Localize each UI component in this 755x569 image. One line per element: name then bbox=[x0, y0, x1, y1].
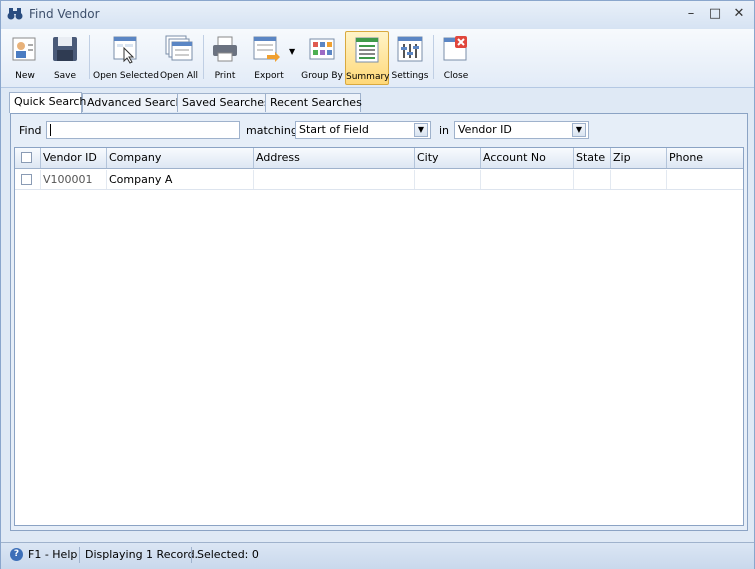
export-label: Export bbox=[254, 71, 284, 81]
column-header-state[interactable]: State bbox=[574, 148, 611, 168]
window-title: Find Vendor bbox=[29, 7, 100, 21]
toolbar-separator bbox=[203, 35, 204, 79]
grid-header: Vendor ID Company Address City Account N… bbox=[15, 148, 743, 169]
tab-saved-searches[interactable]: Saved Searches bbox=[177, 93, 270, 112]
print-button[interactable]: Print bbox=[207, 31, 243, 83]
floppy-disk-icon bbox=[50, 34, 80, 64]
cell-vendor-id: V100001 bbox=[41, 170, 107, 189]
export-button[interactable]: ▼ Export bbox=[247, 31, 299, 83]
select-all-cell bbox=[15, 148, 41, 168]
open-all-label: Open All bbox=[159, 71, 199, 81]
in-label: in bbox=[439, 124, 450, 137]
group-by-label: Group By bbox=[301, 71, 343, 81]
column-header-address[interactable]: Address bbox=[254, 148, 415, 168]
save-button[interactable]: Save bbox=[47, 31, 83, 83]
find-label: Find bbox=[19, 124, 42, 137]
open-all-icon bbox=[164, 34, 194, 64]
new-button[interactable]: New bbox=[7, 31, 43, 83]
status-separator bbox=[191, 547, 192, 563]
cell-address bbox=[254, 170, 415, 189]
column-header-phone[interactable]: Phone bbox=[667, 148, 743, 168]
printer-icon bbox=[210, 34, 240, 64]
close-label: Close bbox=[443, 71, 469, 81]
settings-icon bbox=[395, 34, 425, 64]
title-bar: Find Vendor – □ ✕ bbox=[1, 1, 754, 29]
cell-zip bbox=[611, 170, 667, 189]
row-checkbox[interactable] bbox=[21, 174, 32, 185]
summary-button[interactable]: Summary bbox=[345, 31, 390, 85]
binoculars-icon bbox=[7, 7, 23, 21]
chevron-down-icon[interactable]: ▼ bbox=[414, 123, 428, 137]
help-icon[interactable]: ? bbox=[10, 548, 23, 561]
cell-state bbox=[574, 170, 611, 189]
open-selected-label: Open Selected bbox=[93, 71, 159, 81]
close-button[interactable]: Close bbox=[437, 31, 475, 83]
tab-advanced-search[interactable]: Advanced Search bbox=[82, 93, 183, 112]
chevron-down-icon[interactable]: ▼ bbox=[572, 123, 586, 137]
open-selected-button[interactable]: Open Selected bbox=[93, 31, 159, 83]
tab-recent-searches[interactable]: Recent Searches bbox=[265, 93, 362, 112]
toolbar-separator bbox=[433, 35, 434, 79]
status-bar: ? F1 - Help Displaying 1 Record. Selecte… bbox=[1, 542, 754, 569]
toolbar: New Save Open Selected Open All Print ▼ … bbox=[1, 29, 754, 88]
summary-icon bbox=[352, 35, 382, 65]
settings-button[interactable]: Settings bbox=[391, 31, 429, 83]
maximize-button[interactable]: □ bbox=[705, 5, 725, 23]
column-header-account-no[interactable]: Account No bbox=[481, 148, 574, 168]
records-status: Displaying 1 Record. bbox=[85, 548, 199, 561]
select-all-checkbox[interactable] bbox=[21, 152, 32, 163]
results-grid: Vendor ID Company Address City Account N… bbox=[14, 147, 744, 526]
status-separator bbox=[79, 547, 80, 563]
table-row[interactable]: V100001 Company A bbox=[15, 170, 743, 190]
text-cursor bbox=[50, 124, 51, 136]
new-label: New bbox=[15, 71, 35, 81]
group-by-icon bbox=[307, 34, 337, 64]
cell-company: Company A bbox=[107, 170, 254, 189]
field-select[interactable]: Vendor ID ▼ bbox=[454, 121, 589, 139]
group-by-button[interactable]: Group By bbox=[301, 31, 343, 83]
summary-label: Summary bbox=[346, 72, 390, 82]
matching-select[interactable]: Start of Field ▼ bbox=[295, 121, 431, 139]
quick-search-panel: Find matching Start of Field ▼ in Vendor… bbox=[10, 113, 748, 531]
matching-select-value: Start of Field bbox=[299, 123, 369, 136]
settings-label: Settings bbox=[391, 71, 429, 81]
close-icon bbox=[441, 34, 471, 64]
new-contact-icon bbox=[10, 34, 40, 64]
find-vendor-window: Find Vendor – □ ✕ New Save Open Selected bbox=[0, 0, 755, 569]
field-select-value: Vendor ID bbox=[458, 123, 512, 136]
close-window-button[interactable]: ✕ bbox=[729, 5, 749, 23]
save-label: Save bbox=[53, 71, 77, 81]
toolbar-separator bbox=[89, 35, 90, 79]
selected-status: Selected: 0 bbox=[197, 548, 259, 561]
column-header-vendor-id[interactable]: Vendor ID bbox=[41, 148, 107, 168]
open-all-button[interactable]: Open All bbox=[159, 31, 199, 83]
minimize-button[interactable]: – bbox=[681, 5, 701, 23]
find-input[interactable] bbox=[46, 121, 240, 139]
cell-city bbox=[415, 170, 481, 189]
row-select-cell bbox=[15, 170, 41, 189]
open-selected-icon bbox=[110, 34, 140, 64]
cell-account-no bbox=[481, 170, 574, 189]
tab-quick-search[interactable]: Quick Search bbox=[9, 92, 86, 113]
column-header-zip[interactable]: Zip bbox=[611, 148, 667, 168]
print-label: Print bbox=[214, 71, 236, 81]
column-header-company[interactable]: Company bbox=[107, 148, 254, 168]
export-dropdown-arrow-icon[interactable]: ▼ bbox=[289, 47, 295, 56]
help-status[interactable]: F1 - Help bbox=[28, 548, 77, 561]
cell-phone bbox=[667, 170, 743, 189]
matching-label: matching bbox=[246, 124, 298, 137]
column-header-city[interactable]: City bbox=[415, 148, 481, 168]
export-icon bbox=[251, 34, 281, 64]
